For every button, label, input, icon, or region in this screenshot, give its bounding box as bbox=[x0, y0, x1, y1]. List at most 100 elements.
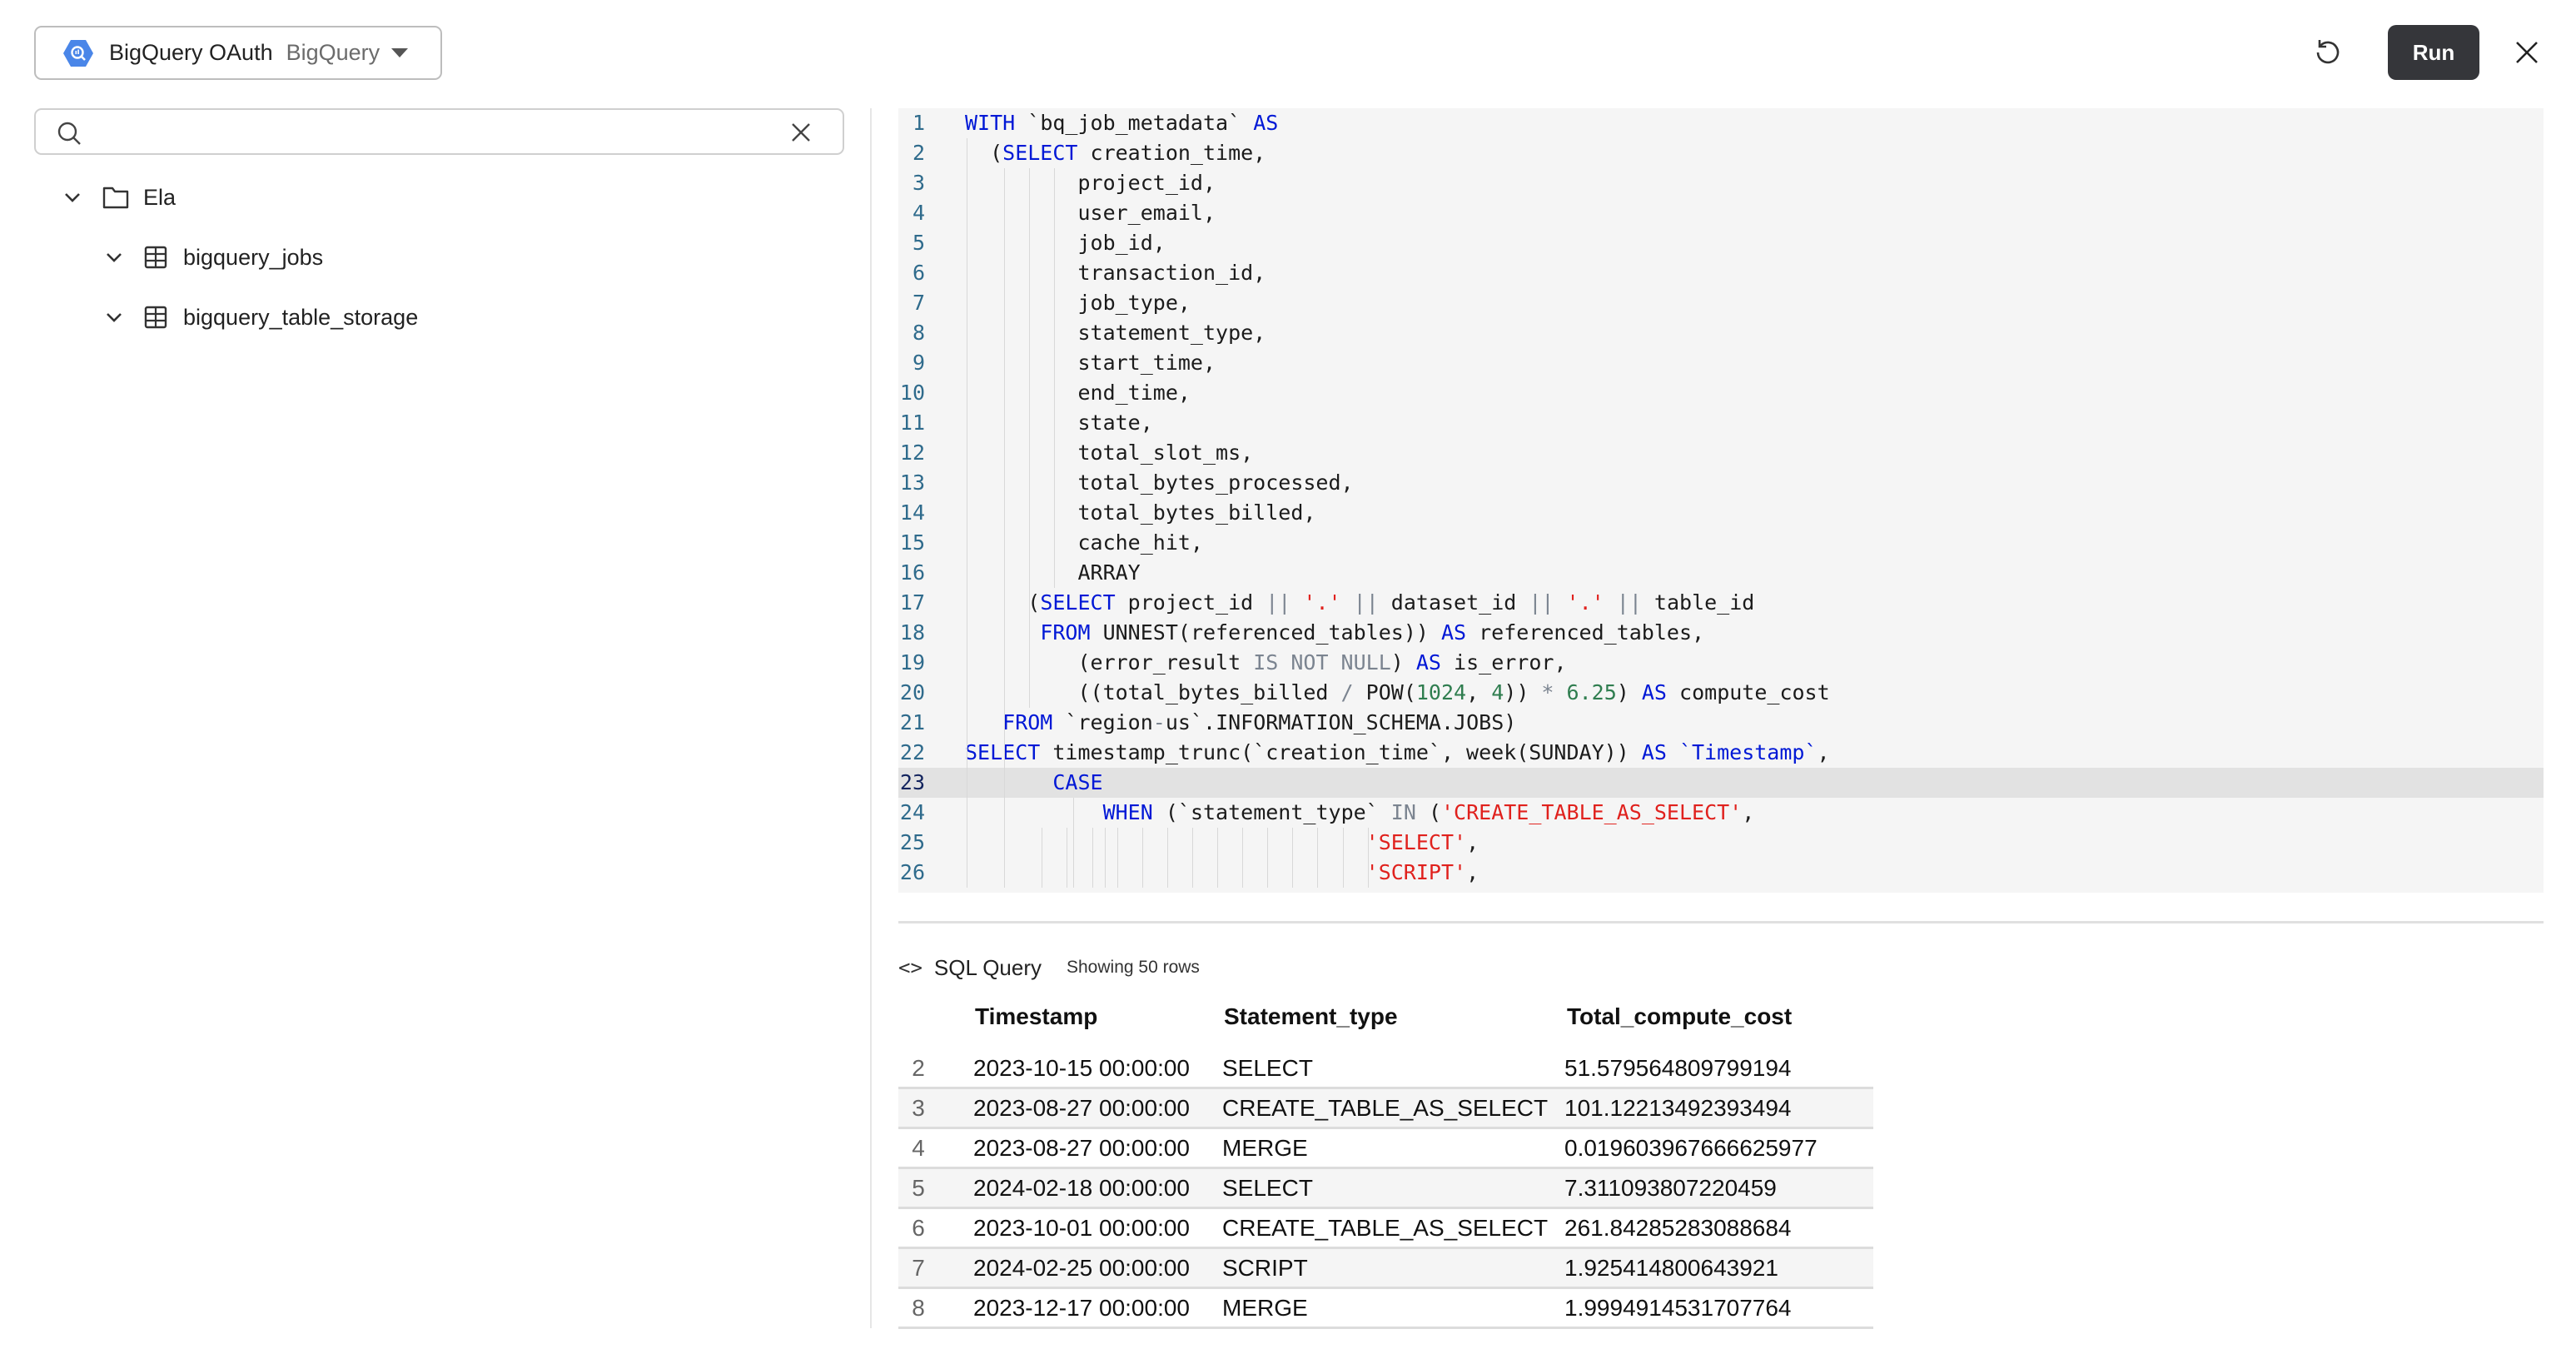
cell-timestamp: 2023-10-15 00:00:00 bbox=[973, 1055, 1190, 1081]
code-line[interactable]: 26 'SCRIPT', bbox=[898, 858, 2544, 888]
line-number: 9 bbox=[912, 351, 925, 375]
code-line[interactable]: 5 job_id, bbox=[898, 228, 2544, 258]
code-line[interactable]: 1 WITH `bq_job_metadata` AS bbox=[898, 108, 2544, 138]
table-row[interactable]: 6 2023-10-01 00:00:00 CREATE_TABLE_AS_SELE… bbox=[898, 1209, 1873, 1249]
chevron-down-icon[interactable] bbox=[102, 245, 127, 270]
code-line[interactable]: 8 statement_type, bbox=[898, 318, 2544, 348]
table-row[interactable]: 2 2023-10-15 00:00:00 SELECT 51.57956480979… bbox=[898, 1049, 1873, 1089]
table-row[interactable]: 3 2023-08-27 00:00:00 CREATE_TABLE_AS_SELE… bbox=[898, 1089, 1873, 1129]
tree-item-bigquery-table-storage[interactable]: bigquery_table_storage bbox=[102, 296, 418, 338]
code-line[interactable]: 21 FROM `region-us`.INFORMATION_SCHEMA.J… bbox=[898, 708, 2544, 738]
code-line[interactable]: 11 state, bbox=[898, 408, 2544, 438]
cell-statement-type: CREATE_TABLE_AS_SELECT bbox=[1222, 1215, 1549, 1241]
code-line[interactable]: 19 (error_result IS NOT NULL) AS is_erro… bbox=[898, 648, 2544, 678]
tree-item-bigquery-jobs[interactable]: bigquery_jobs bbox=[102, 236, 323, 278]
close-icon[interactable] bbox=[2513, 38, 2541, 67]
results-header: <> SQL Query Showing 50 rows bbox=[898, 953, 1200, 983]
column-header-total-compute-cost[interactable]: Total_compute_cost bbox=[1567, 996, 1792, 1038]
code-text: WITH `bq_job_metadata` AS bbox=[965, 111, 1279, 135]
cell-timestamp: 2024-02-25 00:00:00 bbox=[973, 1255, 1190, 1281]
code-line[interactable]: 15 cache_hit, bbox=[898, 528, 2544, 558]
column-header-statement-type[interactable]: Statement_type bbox=[1224, 996, 1398, 1038]
code-text: total_bytes_processed, bbox=[965, 470, 1354, 495]
code-line[interactable]: 9 start_time, bbox=[898, 348, 2544, 378]
code-line[interactable]: 22 SELECT timestamp_trunc(`creation_time`… bbox=[898, 738, 2544, 768]
panel-divider[interactable] bbox=[870, 108, 872, 1328]
code-text: FROM `region-us`.INFORMATION_SCHEMA.JOBS… bbox=[1002, 710, 1517, 734]
line-number: 6 bbox=[912, 261, 925, 285]
code-text: project_id, bbox=[965, 171, 1216, 195]
cell-total-compute-cost: 1.925414800643921 bbox=[1564, 1255, 1778, 1281]
indent-guide bbox=[1116, 828, 1118, 888]
search-input[interactable] bbox=[94, 117, 763, 148]
code-text: FROM UNNEST(referenced_tables)) AS refer… bbox=[1040, 620, 1705, 645]
indent-guide bbox=[1342, 828, 1344, 888]
chevron-down-icon[interactable] bbox=[102, 305, 127, 330]
table-row[interactable]: 5 2024-02-18 00:00:00 SELECT 7.311093807220… bbox=[898, 1169, 1873, 1209]
table-row[interactable]: 7 2024-02-25 00:00:00 SCRIPT 1.925414800643… bbox=[898, 1249, 1873, 1289]
code-text: ARRAY bbox=[965, 560, 1141, 585]
cell-timestamp: 2024-02-18 00:00:00 bbox=[973, 1175, 1190, 1201]
code-line[interactable]: 16 ARRAY bbox=[898, 558, 2544, 588]
chevron-down-icon[interactable] bbox=[60, 185, 85, 210]
editor-results-divider[interactable] bbox=[898, 921, 2544, 923]
code-line[interactable]: 25 'SELECT', bbox=[898, 828, 2544, 858]
indent-guide bbox=[1217, 828, 1218, 888]
tree-item-label: Ela bbox=[143, 184, 177, 210]
code-line[interactable]: 18 FROM UNNEST(referenced_tables)) AS re… bbox=[898, 618, 2544, 648]
code-line[interactable]: 14 total_bytes_billed, bbox=[898, 498, 2544, 528]
code-line[interactable]: 20 ((total_bytes_billed / POW(1024, 4)) … bbox=[898, 678, 2544, 708]
code-line[interactable]: 23 CASE bbox=[898, 768, 2544, 798]
line-number: 1 bbox=[912, 111, 925, 135]
code-line[interactable]: 17 (SELECT project_id || '.' || dataset_… bbox=[898, 588, 2544, 618]
cell-total-compute-cost: 101.12213492393494 bbox=[1564, 1095, 1792, 1121]
indent-guide bbox=[1104, 828, 1106, 888]
column-header-timestamp[interactable]: Timestamp bbox=[975, 996, 1097, 1038]
tree-item-ela[interactable]: Ela bbox=[60, 177, 176, 218]
line-number: 23 bbox=[899, 770, 925, 794]
table-icon bbox=[144, 306, 167, 329]
cell-total-compute-cost: 7.311093807220459 bbox=[1564, 1175, 1777, 1201]
indent-guide bbox=[1166, 828, 1168, 888]
code-line[interactable]: 3 project_id, bbox=[898, 168, 2544, 198]
schema-search bbox=[34, 108, 844, 155]
refresh-icon[interactable] bbox=[2311, 36, 2345, 69]
line-number: 21 bbox=[899, 710, 925, 734]
table-row[interactable]: 4 2023-08-27 00:00:00 MERGE 0.0196039676666… bbox=[898, 1129, 1873, 1169]
code-line[interactable]: 10 end_time, bbox=[898, 378, 2544, 408]
table-row[interactable]: 8 2023-12-17 00:00:00 MERGE 1.9994914531707… bbox=[898, 1289, 1873, 1329]
row-index: 7 bbox=[912, 1255, 925, 1281]
row-index: 4 bbox=[912, 1135, 925, 1161]
indent-guide bbox=[1072, 798, 1074, 888]
table-icon bbox=[144, 246, 167, 269]
code-line[interactable]: 24 WHEN (`statement_type` IN ('CREATE_TA… bbox=[898, 798, 2544, 828]
code-text: WHEN (`statement_type` IN ('CREATE_TABLE… bbox=[1102, 800, 1755, 824]
clear-search-icon[interactable] bbox=[788, 120, 813, 145]
indent-guide bbox=[1141, 828, 1143, 888]
code-text: job_id, bbox=[965, 231, 1166, 255]
cell-total-compute-cost: 0.019603967666625977 bbox=[1564, 1135, 1818, 1161]
indent-guide bbox=[1004, 168, 1006, 888]
line-number: 26 bbox=[899, 860, 925, 884]
code-text: CASE bbox=[1052, 770, 1103, 794]
line-number: 22 bbox=[899, 740, 925, 764]
code-line[interactable]: 2 (SELECT creation_time, bbox=[898, 138, 2544, 168]
row-index: 5 bbox=[912, 1175, 925, 1201]
search-icon bbox=[57, 122, 81, 145]
line-number: 12 bbox=[899, 441, 925, 465]
code-line[interactable]: 13 total_bytes_processed, bbox=[898, 468, 2544, 498]
code-line[interactable]: 6 transaction_id, bbox=[898, 258, 2544, 288]
cell-total-compute-cost: 261.84285283088684 bbox=[1564, 1215, 1792, 1241]
code-line[interactable]: 12 total_slot_ms, bbox=[898, 438, 2544, 468]
code-line[interactable]: 7 job_type, bbox=[898, 288, 2544, 318]
code-line[interactable]: 4 user_email, bbox=[898, 198, 2544, 228]
indent-guide bbox=[1367, 828, 1369, 888]
code-text: total_slot_ms, bbox=[965, 441, 1254, 465]
sql-editor[interactable]: 1 WITH `bq_job_metadata` AS 2 (SELECT crea… bbox=[898, 108, 2544, 893]
line-number: 7 bbox=[912, 291, 925, 315]
code-text: job_type, bbox=[965, 291, 1191, 315]
line-number: 18 bbox=[899, 620, 925, 645]
run-button[interactable]: Run bbox=[2388, 25, 2479, 80]
connection-dropdown[interactable]: BigQuery OAuth BigQuery bbox=[34, 26, 442, 80]
folder-icon bbox=[102, 187, 129, 209]
